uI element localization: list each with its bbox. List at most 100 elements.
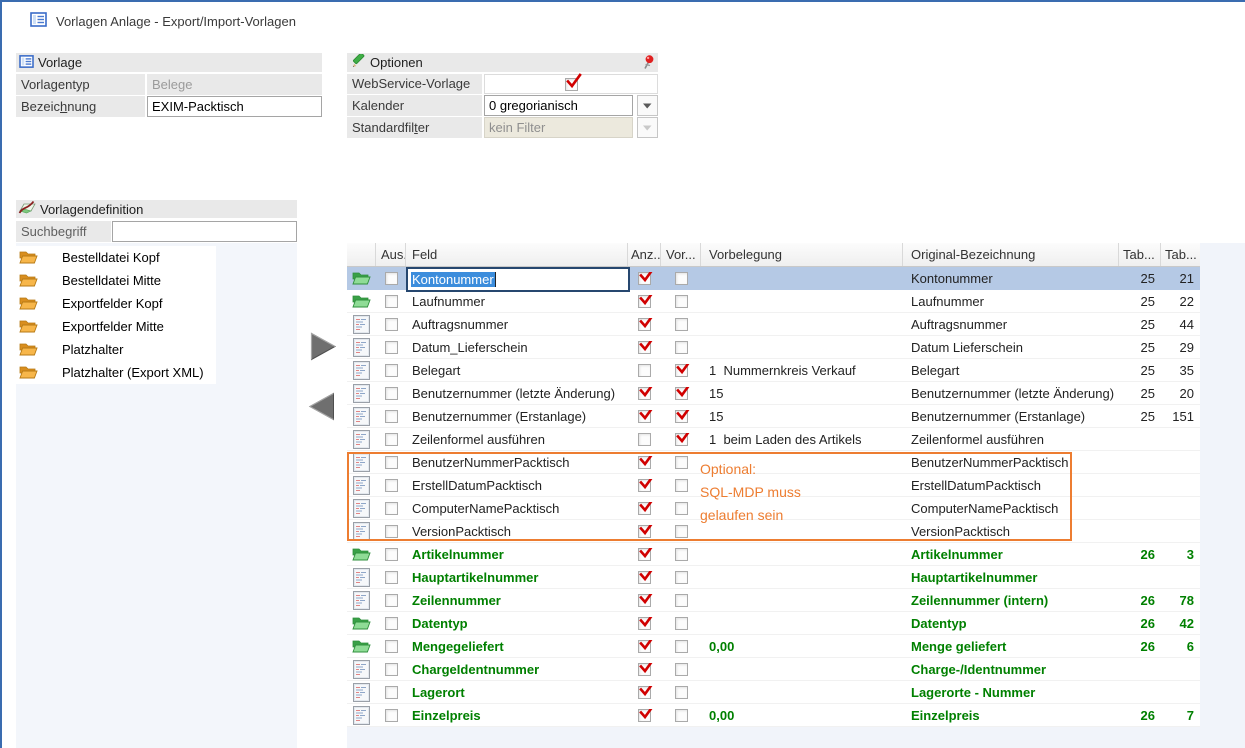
col-header-icon[interactable] [347, 243, 376, 266]
aus-checkbox[interactable] [385, 709, 398, 722]
col-header-tab1[interactable]: Tab... [1119, 243, 1161, 266]
kalender-select[interactable]: 0 gregorianisch [484, 95, 633, 116]
table-row[interactable]: Belegart1 Nummernkreis VerkaufBelegart25… [347, 359, 1200, 382]
folder-list-item[interactable]: Exportfelder Kopf [16, 292, 216, 315]
table-row[interactable]: ArtikelnummerArtikelnummer263 [347, 543, 1200, 566]
anzeigen-checkbox[interactable] [638, 272, 651, 285]
anzeigen-checkbox[interactable] [638, 318, 651, 331]
vorbelegen-checkbox[interactable] [675, 709, 688, 722]
folder-list-item[interactable]: Bestelldatei Kopf [16, 246, 216, 269]
aus-checkbox[interactable] [385, 364, 398, 377]
aus-checkbox[interactable] [385, 594, 398, 607]
aus-checkbox[interactable] [385, 686, 398, 699]
vorbelegen-checkbox[interactable] [675, 502, 688, 515]
vorbelegen-checkbox[interactable] [675, 594, 688, 607]
anzeigen-checkbox[interactable] [638, 479, 651, 492]
table-row[interactable]: ZeilennummerZeilennummer (intern)2678 [347, 589, 1200, 612]
anzeigen-checkbox[interactable] [638, 709, 651, 722]
bezeichnung-input[interactable]: EXIM-Packtisch [147, 96, 322, 117]
table-row[interactable]: AuftragsnummerAuftragsnummer2544 [347, 313, 1200, 336]
pushpin-icon[interactable] [642, 55, 655, 73]
vorbelegen-checkbox[interactable] [675, 571, 688, 584]
table-row[interactable]: Benutzernummer (letzte Änderung)15Benutz… [347, 382, 1200, 405]
aus-checkbox[interactable] [385, 456, 398, 469]
aus-checkbox[interactable] [385, 272, 398, 285]
aus-checkbox[interactable] [385, 617, 398, 630]
folder-list-item[interactable]: Exportfelder Mitte [16, 315, 216, 338]
move-left-button[interactable] [307, 392, 335, 422]
table-row[interactable]: Datum_LieferscheinDatum Lieferschein2529 [347, 336, 1200, 359]
kalender-dropdown-button[interactable] [637, 95, 658, 116]
webservice-checkbox[interactable] [565, 78, 578, 91]
folder-list-item[interactable]: Platzhalter [16, 338, 216, 361]
vorbelegen-checkbox[interactable] [675, 525, 688, 538]
field-name-editor[interactable]: Kontonummer [406, 267, 630, 292]
table-row[interactable]: LaufnummerLaufnummer2522 [347, 290, 1200, 313]
aus-checkbox[interactable] [385, 410, 398, 423]
anzeigen-checkbox[interactable] [638, 686, 651, 699]
vorbelegen-checkbox[interactable] [675, 341, 688, 354]
folder-list-item[interactable]: Platzhalter (Export XML) [16, 361, 216, 384]
col-header-aus[interactable]: Aus... [376, 243, 406, 266]
vorbelegen-checkbox[interactable] [675, 479, 688, 492]
aus-checkbox[interactable] [385, 548, 398, 561]
col-header-vor[interactable]: Vor... [661, 243, 701, 266]
aus-checkbox[interactable] [385, 433, 398, 446]
table-row[interactable]: VersionPacktischVersionPacktisch [347, 520, 1200, 543]
folder-list-item[interactable]: Bestelldatei Mitte [16, 269, 216, 292]
suchbegriff-input[interactable] [112, 221, 297, 242]
anzeigen-checkbox[interactable] [638, 640, 651, 653]
col-header-original-bezeichnung[interactable]: Original-Bezeichnung [903, 243, 1119, 266]
vorbelegen-checkbox[interactable] [675, 433, 688, 446]
aus-checkbox[interactable] [385, 295, 398, 308]
vorbelegen-checkbox[interactable] [675, 364, 688, 377]
aus-checkbox[interactable] [385, 341, 398, 354]
vorbelegen-checkbox[interactable] [675, 640, 688, 653]
table-row[interactable]: LagerortLagerorte - Nummer [347, 681, 1200, 704]
table-row[interactable]: DatentypDatentyp2642 [347, 612, 1200, 635]
anzeigen-checkbox[interactable] [638, 548, 651, 561]
anzeigen-checkbox[interactable] [638, 594, 651, 607]
vorbelegen-checkbox[interactable] [675, 548, 688, 561]
vorbelegen-checkbox[interactable] [675, 686, 688, 699]
anzeigen-checkbox[interactable] [638, 410, 651, 423]
vorbelegen-checkbox[interactable] [675, 387, 688, 400]
anzeigen-checkbox[interactable] [638, 525, 651, 538]
anzeigen-checkbox[interactable] [638, 571, 651, 584]
table-row[interactable]: ComputerNamePacktischComputerNamePacktis… [347, 497, 1200, 520]
anzeigen-checkbox[interactable] [638, 663, 651, 676]
anzeigen-checkbox[interactable] [638, 433, 651, 446]
vorbelegen-checkbox[interactable] [675, 410, 688, 423]
vorbelegen-checkbox[interactable] [675, 272, 688, 285]
table-row[interactable]: Einzelpreis0,00Einzelpreis267 [347, 704, 1200, 727]
anzeigen-checkbox[interactable] [638, 617, 651, 630]
anzeigen-checkbox[interactable] [638, 341, 651, 354]
table-row[interactable]: Benutzernummer (Erstanlage)15Benutzernum… [347, 405, 1200, 428]
aus-checkbox[interactable] [385, 663, 398, 676]
table-row[interactable]: Mengegeliefert0,00Menge geliefert266 [347, 635, 1200, 658]
table-row[interactable]: ChargeIdentnummerCharge-/Identnummer [347, 658, 1200, 681]
table-row[interactable]: HauptartikelnummerHauptartikelnummer [347, 566, 1200, 589]
anzeigen-checkbox[interactable] [638, 456, 651, 469]
col-header-feld[interactable]: Feld [406, 243, 628, 266]
table-row[interactable]: ErstellDatumPacktischErstellDatumPacktis… [347, 474, 1200, 497]
aus-checkbox[interactable] [385, 318, 398, 331]
aus-checkbox[interactable] [385, 571, 398, 584]
anzeigen-checkbox[interactable] [638, 364, 651, 377]
col-header-vorbelegung[interactable]: Vorbelegung [701, 243, 903, 266]
vorbelegen-checkbox[interactable] [675, 663, 688, 676]
anzeigen-checkbox[interactable] [638, 387, 651, 400]
aus-checkbox[interactable] [385, 640, 398, 653]
aus-checkbox[interactable] [385, 525, 398, 538]
aus-checkbox[interactable] [385, 387, 398, 400]
col-header-anz[interactable]: Anz... [628, 243, 661, 266]
vorbelegen-checkbox[interactable] [675, 456, 688, 469]
move-right-button[interactable] [309, 332, 337, 362]
table-row[interactable]: Zeilenformel ausführen1 beim Laden des A… [347, 428, 1200, 451]
vorbelegen-checkbox[interactable] [675, 617, 688, 630]
vorbelegen-checkbox[interactable] [675, 295, 688, 308]
anzeigen-checkbox[interactable] [638, 295, 651, 308]
anzeigen-checkbox[interactable] [638, 502, 651, 515]
aus-checkbox[interactable] [385, 479, 398, 492]
table-row[interactable]: BenutzerNummerPacktischBenutzerNummerPac… [347, 451, 1200, 474]
